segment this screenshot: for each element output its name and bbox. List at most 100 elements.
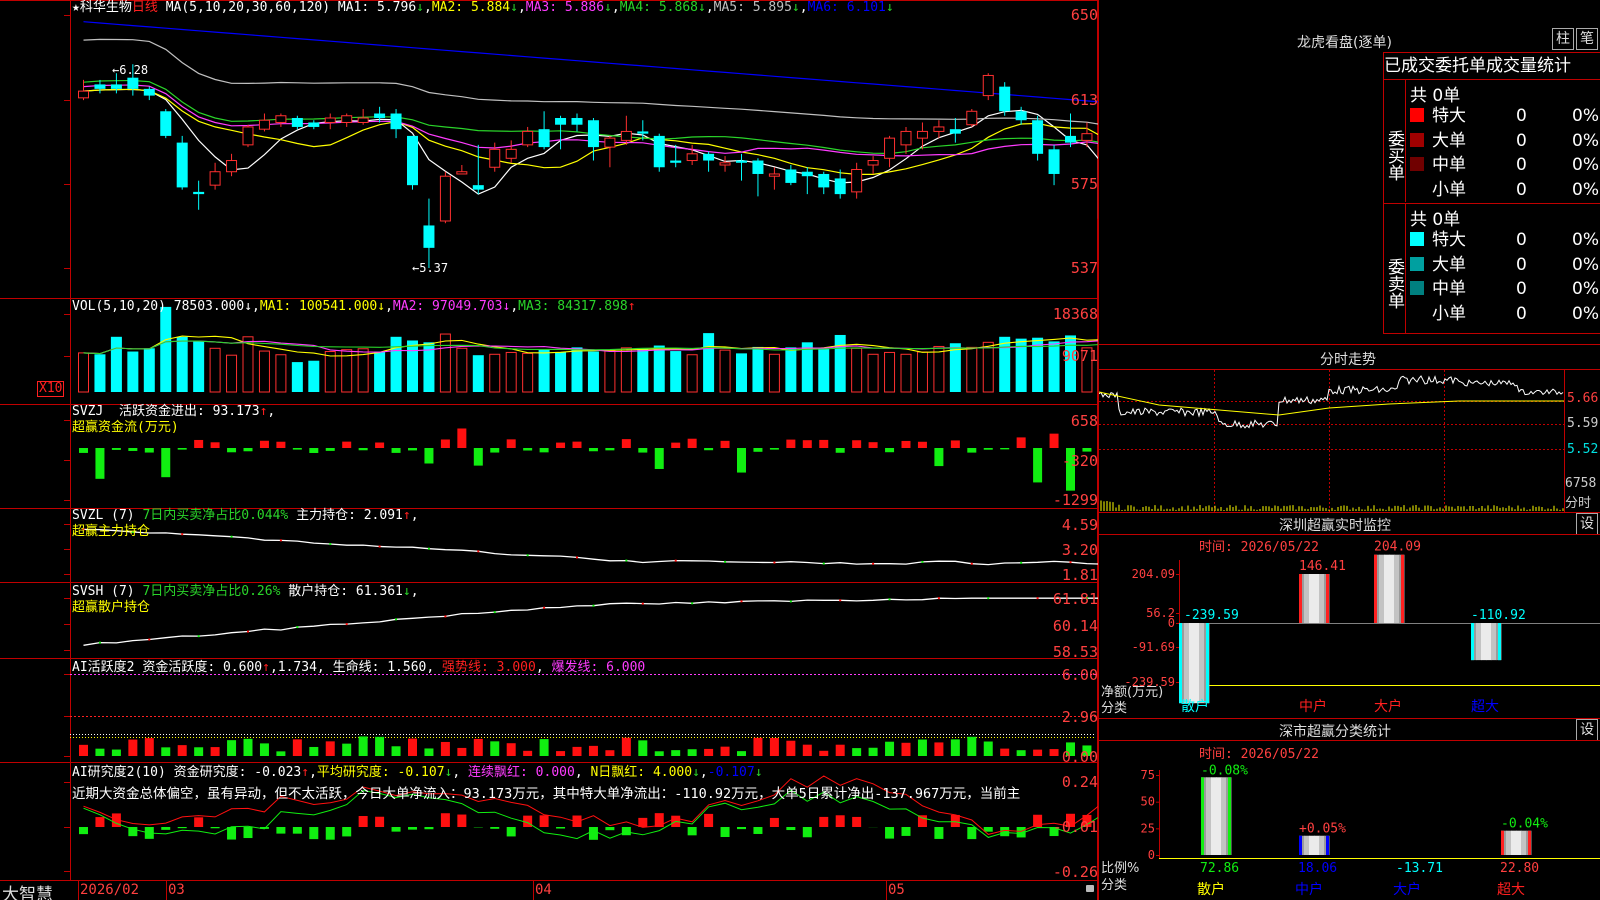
svzj-ytick: -1299 bbox=[1052, 491, 1098, 509]
svzj-bar bbox=[227, 448, 237, 453]
cls-bar bbox=[1211, 777, 1217, 855]
candle-body bbox=[686, 153, 698, 162]
sz-bar-edge bbox=[1374, 554, 1377, 623]
svzj-bar bbox=[868, 442, 878, 448]
volume-bar bbox=[686, 354, 698, 393]
intraday-tick: 5.59 bbox=[1567, 416, 1599, 431]
volume-bar bbox=[966, 346, 978, 393]
candle-body bbox=[966, 110, 978, 126]
svzj-bar bbox=[440, 439, 450, 448]
ai2-ytick: -0.01 bbox=[1052, 818, 1098, 836]
ai2-bar bbox=[227, 827, 237, 840]
cls-time: 时间: 2026/05/22 bbox=[1199, 747, 1319, 762]
svzj-bar bbox=[654, 448, 664, 469]
svsh-header: SVSH (7) 7日内买卖净占比0.26% 散户持仓: 61.361↓, bbox=[72, 584, 419, 599]
intraday-tick: 5.66 bbox=[1567, 391, 1599, 406]
unit-badge: X10 bbox=[37, 381, 65, 397]
candle-body bbox=[768, 173, 780, 177]
date-label: 2026/02 bbox=[80, 882, 140, 898]
ai1-bar bbox=[786, 740, 796, 756]
cls-bar bbox=[1309, 835, 1315, 855]
candle-body bbox=[522, 130, 534, 146]
cls-settings-button[interactable]: 设 bbox=[1576, 719, 1598, 741]
cls-category-label: 超大 bbox=[1497, 882, 1525, 898]
ai1-bar bbox=[358, 736, 368, 756]
sz-bar bbox=[1379, 554, 1385, 623]
ai1-bar bbox=[1000, 748, 1010, 756]
svsh-dot bbox=[789, 600, 792, 603]
left-chart-area[interactable]: ★科华生物日线 MA(5,10,20,30,60,120) MA1: 5.796… bbox=[0, 0, 1098, 900]
ai1-bar bbox=[671, 750, 681, 756]
volume-bar bbox=[472, 355, 484, 392]
ai1-bar bbox=[983, 741, 993, 756]
ai2-bar bbox=[605, 827, 615, 831]
ai1-bar bbox=[375, 736, 385, 756]
sz-bar bbox=[1184, 623, 1190, 704]
svzj-bar bbox=[358, 448, 368, 451]
candle-body bbox=[78, 90, 89, 99]
ma-value-6: MA6: 6.101 bbox=[807, 0, 886, 15]
ai1-bar bbox=[95, 748, 105, 756]
arrow-up-icon: ↑ bbox=[627, 299, 636, 314]
cls-bar bbox=[1314, 835, 1320, 855]
ai1-bar bbox=[292, 739, 302, 756]
ai1-bar bbox=[391, 746, 401, 756]
sz-time: 时间: 2026/05/22 bbox=[1199, 540, 1319, 555]
ai2-bar bbox=[177, 827, 187, 829]
svzj-bar bbox=[95, 448, 105, 479]
svzj-bar bbox=[802, 440, 812, 448]
svsh-ytick: 61.81 bbox=[1052, 590, 1098, 608]
sz-ytick: 204.09 bbox=[1132, 567, 1175, 581]
svsh-dot bbox=[987, 597, 990, 600]
cls-bar bbox=[1516, 830, 1522, 855]
svzj-bar bbox=[375, 442, 385, 448]
date-label: 03 bbox=[168, 882, 185, 898]
sz-settings-button[interactable]: 设 bbox=[1576, 513, 1598, 535]
volume-bar bbox=[209, 347, 221, 393]
candle-body bbox=[818, 173, 830, 188]
cls-bar-edge bbox=[1299, 835, 1302, 855]
svzj-bar bbox=[194, 439, 204, 448]
svsh-dot bbox=[592, 604, 595, 607]
ai2-ytick: 0.24 bbox=[1061, 773, 1098, 791]
ai2-nred: N日飘红: 4.000 bbox=[590, 765, 693, 780]
volume-bar bbox=[538, 349, 550, 392]
ai1-bar bbox=[457, 747, 467, 756]
svsh-dot bbox=[197, 635, 200, 638]
svzj-bar bbox=[572, 441, 582, 448]
svzj-label: SVZJ bbox=[72, 404, 104, 419]
volume-bar bbox=[637, 348, 649, 392]
sz-category-label: 中户 bbox=[1299, 698, 1327, 715]
candle-body bbox=[884, 137, 896, 159]
ai2-bar bbox=[588, 827, 598, 840]
intraday-chart[interactable]: 204.0956.20-91.69-239.59-239.59散户146.41中… bbox=[1099, 0, 1600, 900]
candle-body bbox=[703, 153, 715, 161]
ai2-research: 资金研究度: -0.023 bbox=[173, 765, 302, 780]
ai1-bar bbox=[79, 744, 88, 756]
svzj-bar bbox=[769, 448, 779, 450]
svzj-bar bbox=[523, 448, 533, 451]
sz-bar-edge bbox=[1401, 554, 1404, 623]
sz-category-label: 超大 bbox=[1471, 699, 1499, 715]
svzj-bar bbox=[819, 439, 829, 448]
sz-bar bbox=[1491, 623, 1497, 661]
date-label: 05 bbox=[888, 882, 905, 898]
star-icon: ★ bbox=[72, 0, 80, 15]
ai1-bar bbox=[704, 748, 714, 756]
candle-body bbox=[110, 84, 122, 89]
ai1-ytick: 6.00 bbox=[1061, 666, 1098, 684]
cls-bar bbox=[1216, 777, 1222, 855]
candle-body bbox=[456, 171, 468, 175]
svzj-bar bbox=[588, 448, 598, 452]
stock-name[interactable]: 科华生物 bbox=[80, 0, 132, 15]
svzl-ratio: 7日内买卖净占比0.044% bbox=[142, 508, 289, 523]
ai2-bar bbox=[687, 827, 697, 836]
svsh-dot bbox=[839, 599, 842, 602]
volume-bar bbox=[587, 351, 599, 392]
ai1-bar bbox=[490, 741, 500, 756]
volume-bar bbox=[110, 336, 122, 392]
candle-body bbox=[719, 162, 731, 166]
period-label[interactable]: 日线 bbox=[132, 0, 158, 15]
arrow-up-icon: ↑ bbox=[259, 404, 268, 419]
lock-icon[interactable] bbox=[1086, 885, 1094, 892]
